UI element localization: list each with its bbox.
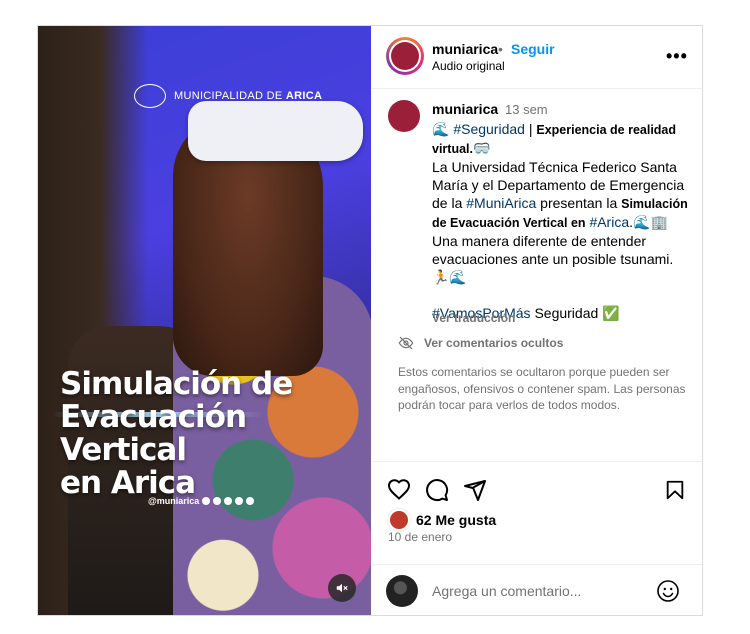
crest-icon — [134, 84, 166, 108]
comment-input[interactable] — [430, 579, 654, 603]
avatar[interactable] — [386, 37, 424, 75]
liker-avatar — [388, 509, 410, 531]
media-handle: @muniarica — [148, 496, 255, 506]
current-user-avatar — [386, 575, 418, 607]
wave-icon: 🌊 — [432, 121, 450, 137]
post-media[interactable]: MUNICIPALIDAD DE ARICA Simulación de Eva… — [38, 26, 371, 615]
hidden-comments-note: Estos comentarios se ocultaron porque pu… — [398, 365, 686, 412]
social-icon — [224, 497, 233, 505]
headline-line-1: Simulación de — [60, 366, 293, 402]
comment-icon — [426, 479, 449, 502]
hashtag-link[interactable]: #MuniArica — [466, 195, 536, 211]
caption-segment: Una manera diferente de entender evacuac… — [432, 233, 674, 267]
running-wave-icon: 🏃🌊 — [432, 269, 467, 285]
share-button[interactable] — [462, 477, 488, 503]
caption-text: 🌊 #Seguridad | Experiencia de realidad v… — [432, 120, 692, 322]
like-button[interactable] — [386, 477, 412, 503]
post-date[interactable]: 10 de enero — [388, 530, 452, 544]
social-icon — [213, 497, 222, 505]
media-headline: Simulación de Evacuación Vertical en Ari… — [60, 368, 371, 500]
post-card: MUNICIPALIDAD DE ARICA Simulación de Eva… — [37, 25, 703, 616]
caption-segment: Seguridad — [530, 305, 603, 321]
header-separator: • — [498, 41, 503, 57]
caption-avatar[interactable] — [388, 100, 420, 132]
header-username[interactable]: muniarica — [432, 41, 498, 57]
emoji-icon[interactable] — [656, 579, 680, 603]
translate-link[interactable]: Ver traducción — [432, 311, 515, 325]
likes-count[interactable]: 62 Me gusta — [416, 512, 496, 528]
headline-line-2: Evacuación Vertical — [60, 399, 247, 468]
post-header: muniarica • Seguir Audio original ••• — [372, 26, 702, 89]
vr-headset — [188, 101, 363, 161]
comment-button[interactable] — [424, 477, 450, 503]
avatar-image — [391, 42, 419, 70]
hidden-comments-toggle[interactable]: Ver comentarios ocultos — [398, 335, 563, 351]
logo-prefix: MUNICIPALIDAD DE — [174, 90, 283, 102]
hashtag-link[interactable]: #Seguridad — [453, 121, 525, 137]
caption-segment: presentan la — [536, 195, 622, 211]
eye-off-icon — [398, 336, 414, 350]
post-panel: muniarica • Seguir Audio original ••• mu… — [372, 26, 702, 615]
speaker-muted-icon — [336, 583, 348, 593]
check-icon: ✅ — [602, 305, 620, 321]
hidden-comments-label: Ver comentarios ocultos — [424, 336, 564, 350]
social-icon — [202, 497, 211, 505]
comment-bar — [372, 564, 702, 616]
audio-label[interactable]: Audio original — [432, 59, 505, 73]
caption-time[interactable]: 13 sem — [505, 102, 548, 117]
heart-icon — [387, 479, 411, 500]
social-icon — [246, 497, 255, 505]
send-icon — [464, 480, 486, 501]
logo-bold: ARICA — [285, 90, 323, 102]
vr-goggles-icon: 🥽 — [473, 140, 491, 156]
hashtag-link[interactable]: #Arica — [589, 214, 629, 230]
follow-button[interactable]: Seguir — [511, 41, 555, 57]
bookmark-icon — [666, 480, 684, 500]
action-bar — [372, 461, 702, 512]
caption-pipe: | — [524, 121, 537, 137]
municipality-logo: MUNICIPALIDAD DE ARICA — [134, 84, 322, 108]
save-button[interactable] — [662, 477, 688, 503]
handle-text: @muniarica — [148, 496, 200, 506]
more-options-button[interactable]: ••• — [666, 46, 688, 67]
social-icon — [235, 497, 244, 505]
wave-building-icon: 🌊🏢 — [633, 214, 668, 230]
caption-username[interactable]: muniarica — [432, 101, 498, 117]
mute-button[interactable] — [328, 574, 356, 602]
likes-row[interactable]: 62 Me gusta — [388, 509, 496, 531]
